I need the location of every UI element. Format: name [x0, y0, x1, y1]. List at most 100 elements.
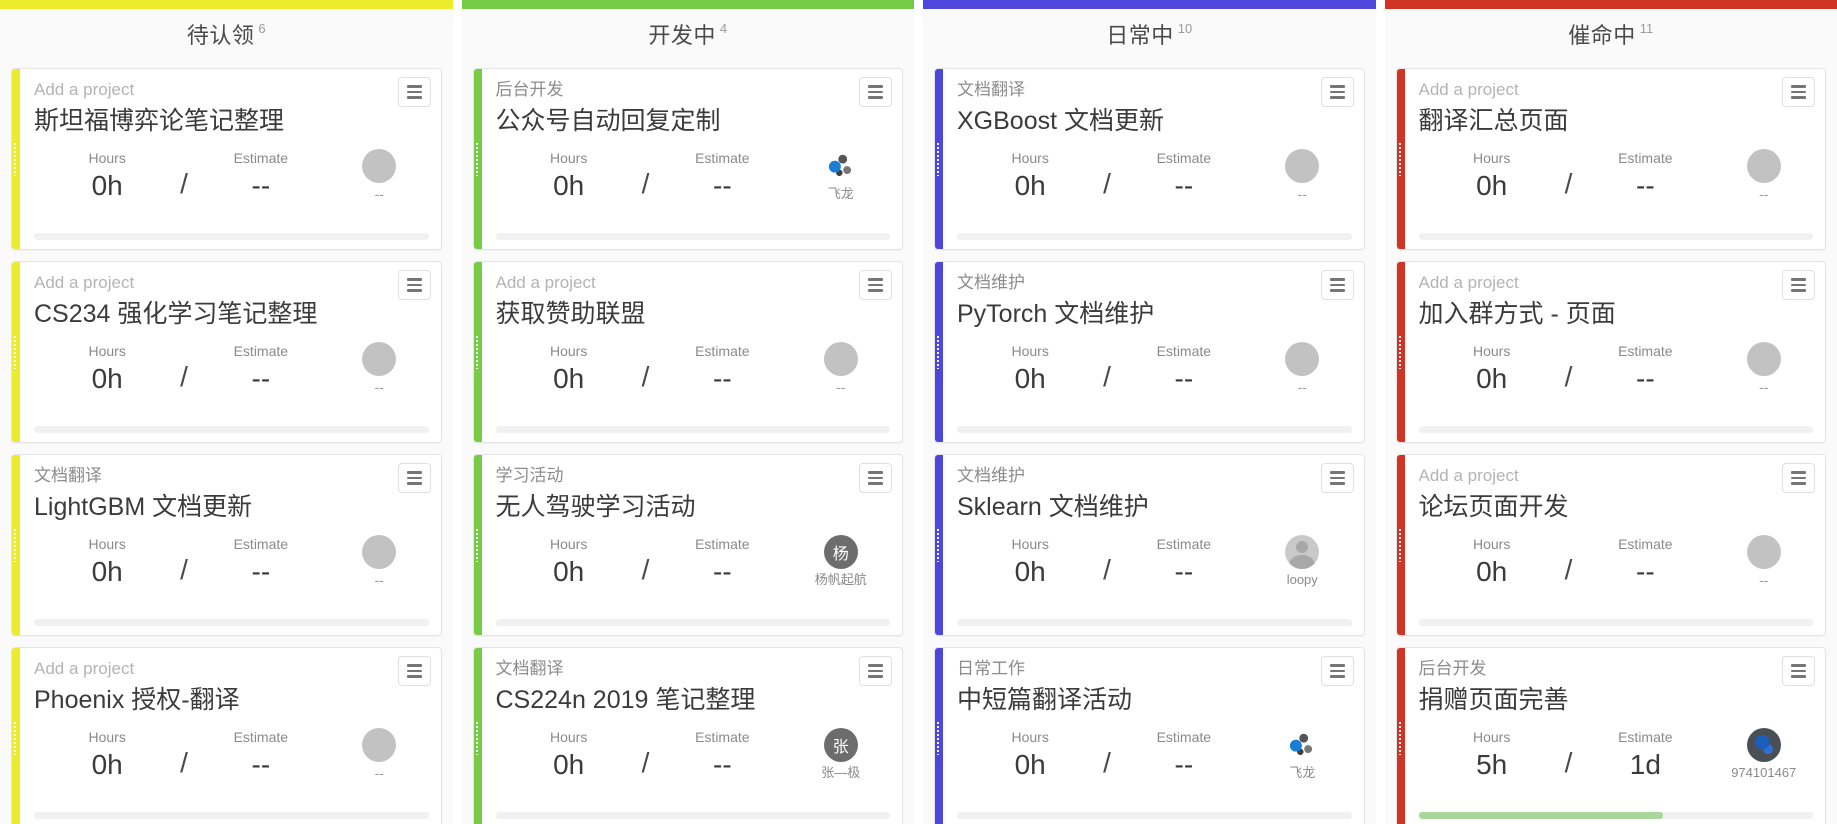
drag-handle-icon[interactable]	[934, 721, 941, 755]
drag-handle-icon[interactable]	[11, 335, 18, 369]
avatar[interactable]	[1285, 342, 1319, 376]
assignee[interactable]: --	[1253, 149, 1352, 203]
estimate-stat[interactable]: Estimate--	[667, 535, 777, 590]
task-card[interactable]: Add a project翻译汇总页面Hours0h/Estimate----	[1396, 68, 1827, 250]
task-card[interactable]: 日常工作中短篇翻译活动Hours0h/Estimate--飞龙	[934, 647, 1365, 824]
card-add-project-placeholder[interactable]: Add a project	[1419, 272, 1814, 296]
card-menu-button[interactable]	[859, 656, 892, 686]
estimate-stat[interactable]: Estimate--	[206, 149, 316, 204]
card-project-label[interactable]: 日常工作	[957, 658, 1352, 682]
assignee[interactable]: --	[1253, 342, 1352, 396]
hours-stat[interactable]: Hours0h	[514, 149, 624, 204]
drag-handle-icon[interactable]	[934, 142, 941, 176]
hours-stat[interactable]: Hours0h	[514, 342, 624, 397]
avatar[interactable]	[362, 149, 396, 183]
column-header[interactable]: 开发中4	[462, 9, 915, 58]
avatar[interactable]	[1747, 149, 1781, 183]
card-project-label[interactable]: 文档翻译	[957, 79, 1352, 103]
drag-handle-icon[interactable]	[1396, 721, 1403, 755]
card-title[interactable]: CS224n 2019 笔记整理	[496, 684, 891, 718]
card-title[interactable]: 翻译汇总页面	[1419, 105, 1814, 139]
card-title[interactable]: CS234 强化学习笔记整理	[34, 298, 429, 332]
avatar[interactable]	[362, 535, 396, 569]
assignee[interactable]: --	[792, 342, 891, 396]
hours-stat[interactable]: Hours0h	[975, 728, 1085, 783]
estimate-stat[interactable]: Estimate--	[667, 149, 777, 204]
card-menu-button[interactable]	[398, 77, 431, 107]
task-card[interactable]: 文档翻译XGBoost 文档更新Hours0h/Estimate----	[934, 68, 1365, 250]
assignee[interactable]: --	[330, 149, 429, 203]
hours-stat[interactable]: Hours0h	[52, 535, 162, 590]
card-menu-button[interactable]	[1321, 270, 1354, 300]
card-title[interactable]: LightGBM 文档更新	[34, 491, 429, 525]
drag-handle-icon[interactable]	[473, 142, 480, 176]
card-title[interactable]: 捐赠页面完善	[1419, 684, 1814, 718]
hours-stat[interactable]: Hours0h	[52, 728, 162, 783]
card-menu-button[interactable]	[859, 77, 892, 107]
card-project-label[interactable]: 文档维护	[957, 465, 1352, 489]
avatar[interactable]: 张	[824, 728, 858, 762]
hours-stat[interactable]: Hours0h	[975, 535, 1085, 590]
card-menu-button[interactable]	[1321, 77, 1354, 107]
avatar[interactable]	[362, 728, 396, 762]
estimate-stat[interactable]: Estimate1d	[1590, 728, 1700, 783]
card-title[interactable]: 论坛页面开发	[1419, 491, 1814, 525]
estimate-stat[interactable]: Estimate--	[1590, 149, 1700, 204]
column-header[interactable]: 待认领6	[0, 9, 453, 58]
card-menu-button[interactable]	[398, 656, 431, 686]
card-menu-button[interactable]	[1782, 270, 1815, 300]
card-menu-button[interactable]	[1782, 656, 1815, 686]
avatar[interactable]	[362, 342, 396, 376]
avatar[interactable]	[1285, 149, 1319, 183]
card-project-label[interactable]: 文档翻译	[34, 465, 429, 489]
card-title[interactable]: 斯坦福博弈论笔记整理	[34, 105, 429, 139]
hours-stat[interactable]: Hours0h	[975, 342, 1085, 397]
card-title[interactable]: 加入群方式 - 页面	[1419, 298, 1814, 332]
card-title[interactable]: 公众号自动回复定制	[496, 105, 891, 139]
assignee[interactable]: --	[330, 535, 429, 589]
card-title[interactable]: Phoenix 授权-翻译	[34, 684, 429, 718]
task-card[interactable]: Add a project加入群方式 - 页面Hours0h/Estimate-…	[1396, 261, 1827, 443]
hours-stat[interactable]: Hours0h	[52, 342, 162, 397]
avatar[interactable]	[1285, 535, 1319, 569]
task-card[interactable]: 后台开发公众号自动回复定制Hours0h/Estimate--飞龙	[473, 68, 904, 250]
card-menu-button[interactable]	[398, 463, 431, 493]
assignee[interactable]: --	[330, 342, 429, 396]
estimate-stat[interactable]: Estimate--	[206, 728, 316, 783]
estimate-stat[interactable]: Estimate--	[1590, 535, 1700, 590]
avatar[interactable]	[1747, 728, 1781, 762]
card-title[interactable]: Sklearn 文档维护	[957, 491, 1352, 525]
card-title[interactable]: 中短篇翻译活动	[957, 684, 1352, 718]
card-project-label[interactable]: 后台开发	[1419, 658, 1814, 682]
drag-handle-icon[interactable]	[11, 142, 18, 176]
avatar[interactable]	[1747, 535, 1781, 569]
drag-handle-icon[interactable]	[473, 335, 480, 369]
drag-handle-icon[interactable]	[1396, 142, 1403, 176]
task-card[interactable]: 后台开发捐赠页面完善Hours5h/Estimate1d974101467	[1396, 647, 1827, 824]
estimate-stat[interactable]: Estimate--	[1590, 342, 1700, 397]
avatar[interactable]	[824, 342, 858, 376]
task-card[interactable]: 学习活动无人驾驶学习活动Hours0h/Estimate--杨杨帆起航	[473, 454, 904, 636]
card-project-label[interactable]: 文档翻译	[496, 658, 891, 682]
card-project-label[interactable]: 学习活动	[496, 465, 891, 489]
hours-stat[interactable]: Hours0h	[514, 535, 624, 590]
drag-handle-icon[interactable]	[1396, 335, 1403, 369]
estimate-stat[interactable]: Estimate--	[1129, 728, 1239, 783]
card-menu-button[interactable]	[1321, 463, 1354, 493]
card-menu-button[interactable]	[1321, 656, 1354, 686]
estimate-stat[interactable]: Estimate--	[206, 342, 316, 397]
card-title[interactable]: 获取赞助联盟	[496, 298, 891, 332]
card-title[interactable]: PyTorch 文档维护	[957, 298, 1352, 332]
task-card[interactable]: 文档翻译LightGBM 文档更新Hours0h/Estimate----	[11, 454, 442, 636]
assignee[interactable]: 飞龙	[792, 149, 891, 202]
card-add-project-placeholder[interactable]: Add a project	[496, 272, 891, 296]
task-card[interactable]: Add a project论坛页面开发Hours0h/Estimate----	[1396, 454, 1827, 636]
hours-stat[interactable]: Hours0h	[975, 149, 1085, 204]
card-menu-button[interactable]	[859, 463, 892, 493]
card-menu-button[interactable]	[1782, 77, 1815, 107]
hours-stat[interactable]: Hours0h	[514, 728, 624, 783]
column-header[interactable]: 日常中10	[923, 9, 1376, 58]
estimate-stat[interactable]: Estimate--	[1129, 149, 1239, 204]
hours-stat[interactable]: Hours0h	[1437, 342, 1547, 397]
estimate-stat[interactable]: Estimate--	[206, 535, 316, 590]
